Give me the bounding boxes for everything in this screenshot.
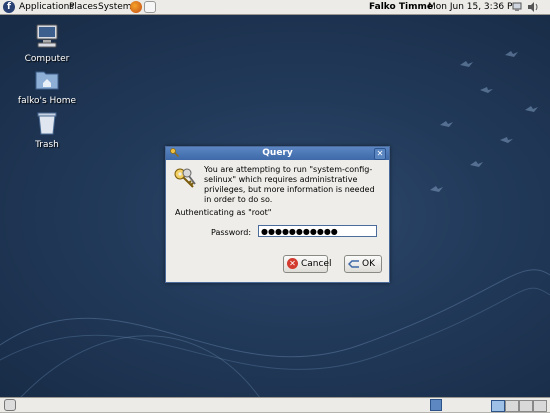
keys-icon [174, 168, 196, 188]
desktop-icon-label: Computer [24, 54, 70, 64]
dialog-titlebar[interactable]: Query ✕ [166, 147, 389, 160]
close-icon[interactable]: ✕ [374, 148, 386, 160]
workspace-2[interactable] [505, 400, 519, 412]
cancel-icon: ✕ [287, 258, 298, 269]
window-list-icon[interactable] [430, 399, 442, 411]
key-small-icon [170, 148, 180, 158]
mail-icon[interactable] [144, 1, 156, 13]
cancel-button[interactable]: ✕ Cancel [283, 255, 332, 273]
password-label: Password: [211, 228, 252, 237]
ok-icon [347, 259, 360, 275]
desktop-icon-home[interactable]: falko's Home [12, 67, 82, 106]
auth-label: Authenticating as "root" [175, 208, 272, 217]
desktop-background: Computer falko's Home Trash Query ✕ You … [0, 15, 550, 398]
trash-icon [37, 112, 57, 135]
password-field[interactable]: ●●●●●●●●●●● [258, 225, 377, 237]
user-name[interactable]: Falko Timme [369, 2, 433, 12]
clock[interactable]: Mon Jun 15, 3:36 PM [428, 2, 520, 12]
volume-icon[interactable] [527, 1, 539, 13]
ok-label: OK [362, 259, 375, 269]
show-desktop-icon[interactable] [4, 399, 16, 411]
desktop-icon-trash[interactable]: Trash [12, 111, 82, 150]
workspace-3[interactable] [519, 400, 533, 412]
fedora-logo-icon[interactable]: f [3, 1, 15, 13]
dialog-title: Query [262, 148, 293, 158]
desktop-icon-computer[interactable]: Computer [12, 23, 82, 64]
dialog-message: You are attempting to run "system-config… [204, 165, 375, 204]
workspace-4[interactable] [533, 400, 547, 412]
menu-system[interactable]: System [98, 2, 132, 12]
desktop-icon-label: Trash [35, 140, 59, 150]
menu-places[interactable]: Places [69, 2, 98, 12]
cancel-label: Cancel [301, 259, 332, 269]
network-icon[interactable] [512, 1, 524, 13]
menu-applications[interactable]: Applications [19, 2, 74, 12]
bottom-panel [0, 397, 550, 413]
query-dialog: Query ✕ You are attempting to run "syste… [165, 146, 390, 283]
ok-button[interactable]: OK [344, 255, 382, 273]
workspace-1[interactable] [491, 400, 505, 412]
firefox-icon[interactable] [130, 1, 142, 13]
computer-icon [36, 24, 58, 48]
top-panel: f Applications Places System Falko Timme… [0, 0, 550, 15]
home-folder-icon [35, 71, 59, 90]
desktop-icon-label: falko's Home [17, 96, 77, 106]
